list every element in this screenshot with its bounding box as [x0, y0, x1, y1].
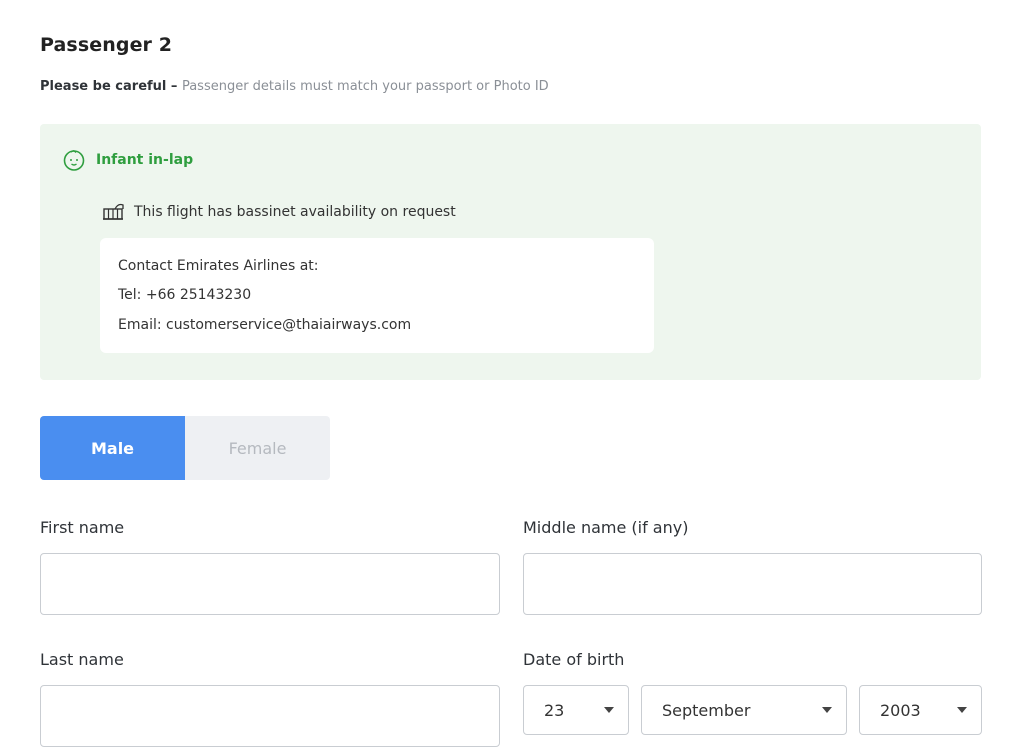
- chevron-down-icon: [957, 707, 967, 713]
- contact-heading: Contact Emirates Airlines at:: [118, 258, 319, 274]
- infant-header: Infant in-lap: [62, 148, 193, 172]
- dob-month-value: September: [662, 700, 751, 720]
- bassinet-text: This flight has bassinet availability on…: [134, 204, 456, 220]
- infant-label: Infant in-lap: [96, 152, 194, 168]
- dob-year-select[interactable]: 2003: [859, 685, 982, 735]
- dob-label: Date of birth: [523, 650, 625, 669]
- chevron-down-icon: [604, 707, 614, 713]
- last-name-label: Last name: [40, 650, 124, 669]
- warning-separator: –: [166, 79, 182, 94]
- infant-info-panel: Infant in-lap This flight has bassinet a…: [40, 124, 981, 380]
- gender-female-button[interactable]: Female: [185, 416, 330, 480]
- dob-year-value: 2003: [880, 700, 921, 720]
- contact-tel: Tel: +66 25143230: [118, 287, 252, 303]
- first-name-input[interactable]: [40, 553, 500, 615]
- airline-contact-card: Contact Emirates Airlines at: Tel: +66 2…: [100, 238, 654, 353]
- middle-name-label: Middle name (if any): [523, 518, 689, 537]
- bassinet-availability: This flight has bassinet availability on…: [102, 202, 456, 222]
- contact-email: Email: customerservice@thaiairways.com: [118, 317, 412, 333]
- dob-day-value: 23: [544, 700, 565, 720]
- gender-male-button[interactable]: Male: [40, 416, 185, 480]
- gender-toggle: Male Female: [40, 416, 330, 480]
- last-name-input[interactable]: [40, 685, 500, 747]
- warning-strong: Please be careful: [40, 79, 167, 94]
- middle-name-input[interactable]: [523, 553, 982, 615]
- passenger-warning: Please be careful – Passenger details mu…: [40, 79, 549, 94]
- chevron-down-icon: [822, 707, 832, 713]
- bassinet-icon: [102, 202, 126, 222]
- dob-day-select[interactable]: 23: [523, 685, 629, 735]
- first-name-label: First name: [40, 518, 125, 537]
- dob-month-select[interactable]: September: [641, 685, 847, 735]
- baby-face-icon: [62, 148, 86, 172]
- warning-text: Passenger details must match your passpo…: [181, 79, 549, 94]
- page-title: Passenger 2: [40, 34, 173, 56]
